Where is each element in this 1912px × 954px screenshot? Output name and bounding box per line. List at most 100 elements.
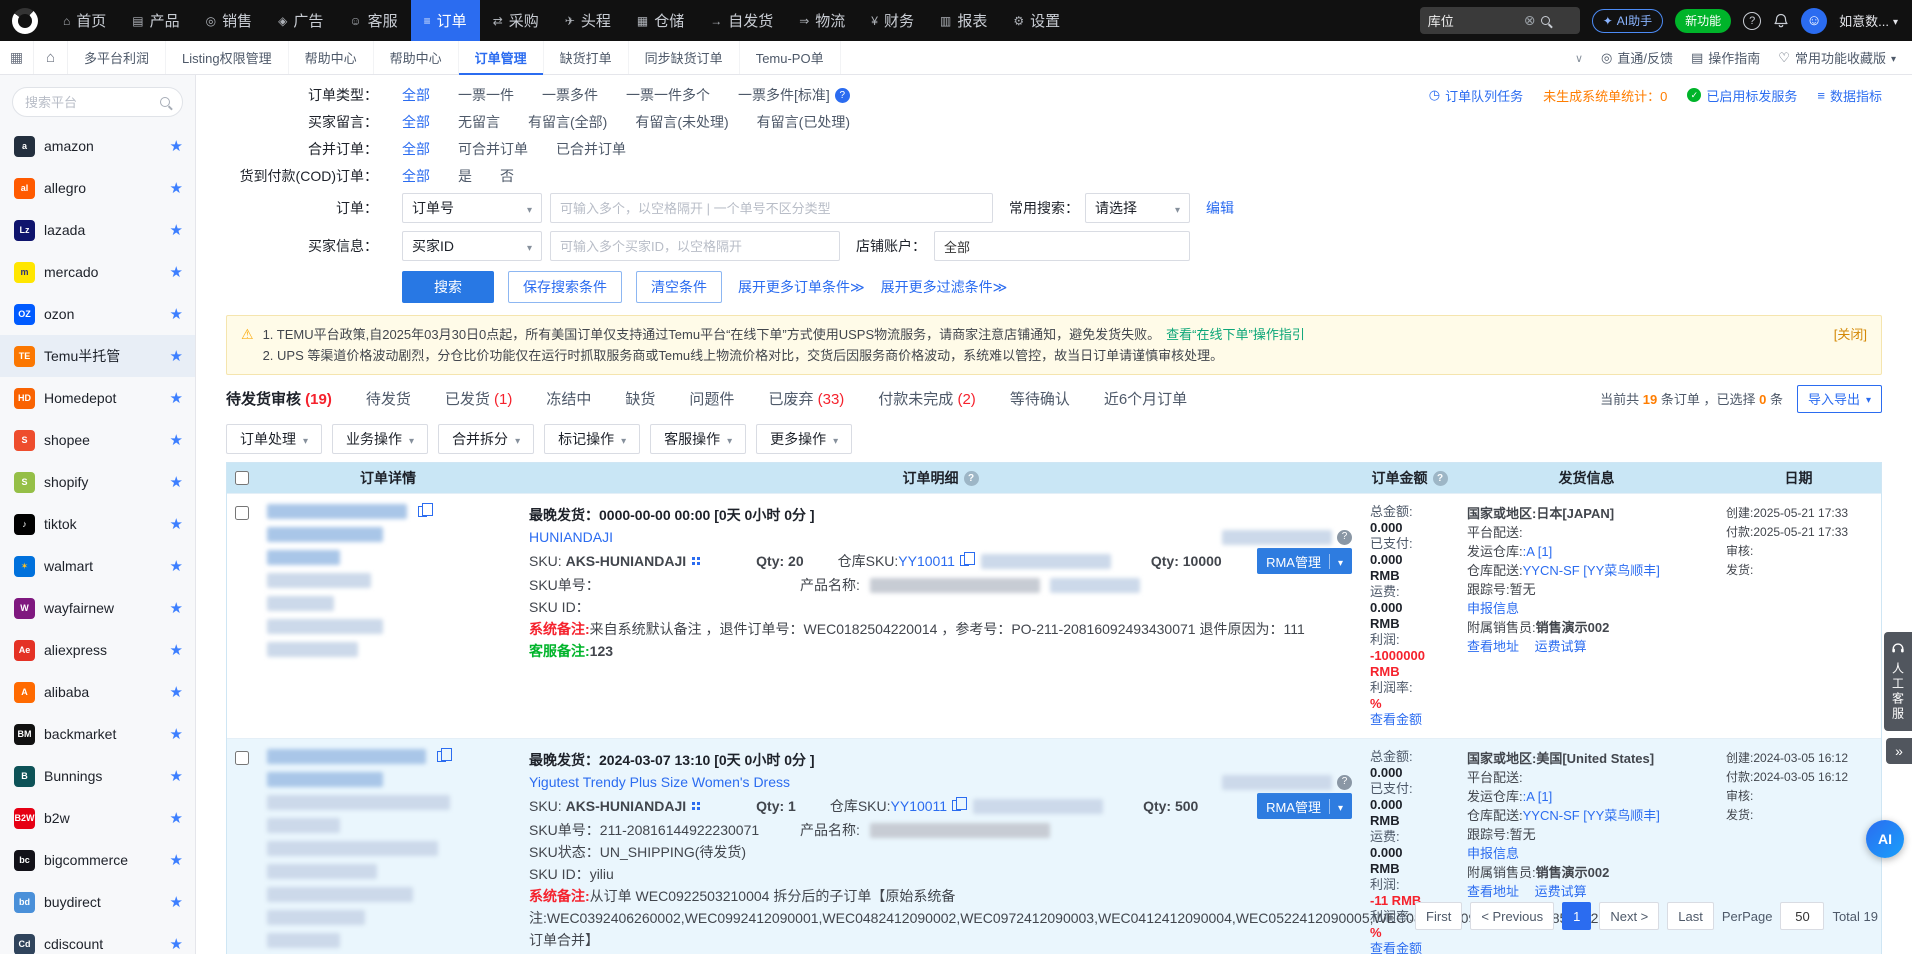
star-icon[interactable]	[170, 893, 183, 911]
freight-estimate-link[interactable]: 运费试算	[1535, 639, 1587, 654]
order-type-single-multi[interactable]: 一票一件多个	[626, 85, 710, 105]
sidebar-item-shopify[interactable]: Sshopify	[0, 461, 195, 503]
close-notice-button[interactable]: [关闭]	[1834, 324, 1867, 366]
ai-assistant-button[interactable]: AI助手	[1592, 9, 1663, 33]
star-icon[interactable]	[170, 809, 183, 827]
nav-item-orders[interactable]: ≡订单	[411, 0, 480, 41]
action-more-ops[interactable]: 更多操作	[756, 424, 852, 454]
sidebar-item-bunnings[interactable]: BBunnings	[0, 755, 195, 797]
warehouse-sku-link[interactable]: YY10011	[891, 798, 948, 814]
nav-item-purchase[interactable]: ⇄采购	[480, 0, 552, 41]
action-cs-ops[interactable]: 客服操作	[650, 424, 746, 454]
star-icon[interactable]	[170, 599, 183, 617]
sidebar-item-b2w[interactable]: B2Wb2w	[0, 797, 195, 839]
feedback-link[interactable]: 直通/反馈	[1601, 48, 1673, 67]
action-order-process[interactable]: 订单处理	[226, 424, 322, 454]
stab-pending-ship[interactable]: 待发货	[366, 383, 411, 414]
search-icon[interactable]	[1541, 16, 1550, 25]
stab-pending-audit[interactable]: 待发货审核 (19)	[226, 383, 332, 414]
sidebar-item-walmart[interactable]: ✶walmart	[0, 545, 195, 587]
data-metrics-link[interactable]: 数据指标	[1817, 86, 1882, 105]
uncreated-stat-link[interactable]: 未生成系统单统计：0	[1543, 86, 1667, 105]
order-type-single[interactable]: 一票一件	[458, 85, 514, 105]
stab-frozen[interactable]: 冻结中	[546, 383, 591, 414]
view-address-link[interactable]: 查看地址	[1467, 884, 1519, 899]
import-export-button[interactable]: 导入导出	[1797, 385, 1882, 413]
sidebar-item-wayfairnew[interactable]: Wwayfairnew	[0, 587, 195, 629]
nav-item-warehouse[interactable]: ▦仓储	[624, 0, 697, 41]
more-filter-conditions-link[interactable]: 展开更多过滤条件≫	[881, 277, 1008, 297]
nav-item-self-ship[interactable]: →自发货	[697, 0, 786, 41]
star-icon[interactable]	[170, 137, 183, 155]
star-icon[interactable]	[170, 515, 183, 533]
star-icon[interactable]	[170, 557, 183, 575]
order-type-multi-std[interactable]: 一票多件[标准]	[738, 85, 830, 105]
home-tab-icon[interactable]	[34, 41, 68, 74]
stab-discarded[interactable]: 已废弃 (33)	[768, 383, 844, 414]
stab-shipped[interactable]: 已发货 (1)	[445, 383, 513, 414]
nav-item-products[interactable]: ▤产品	[119, 0, 192, 41]
tab-help-center-2[interactable]: 帮助中心	[374, 41, 459, 74]
chevron-down-icon[interactable]	[1575, 50, 1583, 65]
star-icon[interactable]	[170, 263, 183, 281]
tab-sync-stockout-orders[interactable]: 同步缺货订单	[629, 41, 740, 74]
label-service-link[interactable]: 已启用标发服务	[1687, 86, 1797, 105]
copy-icon[interactable]	[952, 800, 961, 811]
tab-temu-po[interactable]: Temu-PO单	[740, 41, 841, 74]
apps-grid-icon[interactable]	[0, 41, 34, 74]
help-icon[interactable]	[835, 88, 850, 103]
sidebar-item-cdiscount[interactable]: Cdcdiscount	[0, 923, 195, 954]
ship-warehouse-link[interactable]: :A [1]	[1523, 789, 1553, 804]
star-icon[interactable]	[170, 683, 183, 701]
nav-item-sales[interactable]: ◎销售	[193, 0, 266, 41]
star-icon[interactable]	[170, 221, 183, 239]
nav-item-logistics[interactable]: ⇒物流	[786, 0, 858, 41]
new-feature-button[interactable]: 新功能	[1675, 9, 1731, 33]
stab-stockout[interactable]: 缺货	[625, 383, 655, 414]
guide-link[interactable]: 操作指南	[1691, 48, 1760, 67]
view-address-link[interactable]: 查看地址	[1467, 639, 1519, 654]
declare-info-link[interactable]: 申报信息	[1467, 599, 1706, 618]
avatar[interactable]	[1801, 8, 1827, 34]
nav-item-finance[interactable]: ¥财务	[858, 0, 927, 41]
sidebar-item-tiktok[interactable]: ♪tiktok	[0, 503, 195, 545]
star-icon[interactable]	[170, 641, 183, 659]
sidebar-item-lazada[interactable]: Lzlazada	[0, 209, 195, 251]
tab-listing-permission[interactable]: Listing权限管理	[166, 41, 289, 74]
star-icon[interactable]	[170, 179, 183, 197]
rma-manage-button[interactable]: RMA管理	[1257, 548, 1352, 574]
page-1-button[interactable]: 1	[1562, 902, 1591, 930]
global-search[interactable]	[1420, 7, 1580, 34]
common-search-select[interactable]: 请选择	[1085, 193, 1190, 223]
product-title-link[interactable]: HUNIANDAJI	[529, 526, 613, 548]
page-prev-button[interactable]: < Previous	[1470, 902, 1554, 930]
tab-help-center-1[interactable]: 帮助中心	[289, 41, 374, 74]
nav-item-customer-service[interactable]: ☺客服	[336, 0, 410, 41]
buyer-msg-none[interactable]: 无留言	[458, 112, 500, 132]
online-order-guide-link[interactable]: 查看“在线下单”操作指引	[1166, 327, 1305, 342]
sidebar-item-mercado[interactable]: mmercado	[0, 251, 195, 293]
merge-can[interactable]: 可合并订单	[458, 139, 528, 159]
warehouse-delivery-link[interactable]: YYCN-SF [YY菜鸟顺丰]	[1523, 563, 1660, 578]
variant-grid-icon[interactable]	[692, 557, 695, 560]
clear-search-button[interactable]: 清空条件	[636, 271, 722, 303]
tab-multi-platform-profit[interactable]: 多平台利润	[68, 41, 166, 74]
action-business-ops[interactable]: 业务操作	[332, 424, 428, 454]
search-button[interactable]: 搜索	[402, 271, 494, 303]
nav-item-first-leg[interactable]: ✈头程	[552, 0, 624, 41]
select-all-checkbox[interactable]	[235, 471, 249, 485]
nav-item-ads[interactable]: ◈广告	[265, 0, 336, 41]
freight-estimate-link[interactable]: 运费试算	[1535, 884, 1587, 899]
buyer-msg-unhandled[interactable]: 有留言(未处理)	[635, 112, 728, 132]
ai-float-button[interactable]: AI	[1866, 820, 1904, 858]
buyer-msg-has-all[interactable]: 有留言(全部)	[528, 112, 607, 132]
collapse-panel-button[interactable]: »	[1886, 738, 1912, 764]
order-field-select[interactable]: 订单号	[402, 193, 542, 223]
tab-order-management[interactable]: 订单管理	[459, 41, 544, 74]
merge-done[interactable]: 已合并订单	[556, 139, 626, 159]
sidebar-item-shopee[interactable]: Sshopee	[0, 419, 195, 461]
buyer-msg-all[interactable]: 全部	[402, 112, 430, 132]
action-merge-split[interactable]: 合并拆分	[438, 424, 534, 454]
stab-problem[interactable]: 问题件	[689, 383, 734, 414]
help-icon[interactable]	[964, 471, 979, 486]
